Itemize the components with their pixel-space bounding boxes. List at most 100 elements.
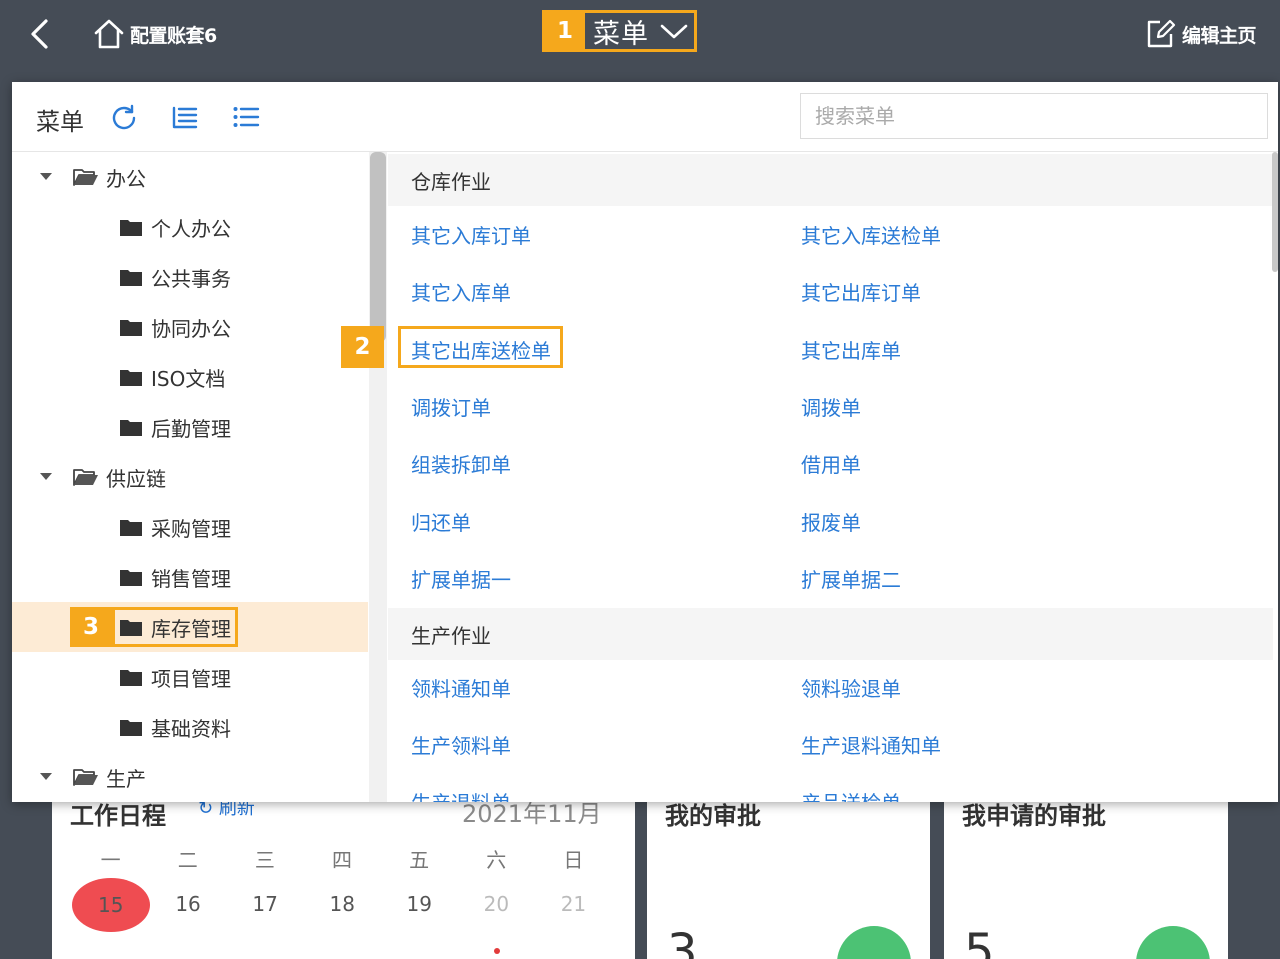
folder-icon	[120, 519, 142, 536]
folder-icon	[120, 269, 142, 286]
menu-link[interactable]: 报废单	[801, 507, 861, 536]
menu-link[interactable]: 调拨单	[801, 392, 861, 421]
menu-link[interactable]: 领料通知单	[411, 673, 511, 702]
tree-group-label: 生产	[106, 766, 146, 791]
tree-item-label: ISO文档	[151, 366, 226, 391]
weekday: 六	[486, 848, 507, 872]
tree-item[interactable]: 后勤管理	[12, 402, 368, 452]
tree-item-label: 销售管理	[151, 566, 231, 591]
menu-link[interactable]: 其它入库单	[411, 277, 511, 306]
section-header: 生产作业	[388, 608, 1273, 660]
content-scrollbar-thumb[interactable]	[1272, 152, 1278, 272]
tree-item-label: 协同办公	[151, 316, 231, 341]
tree-group-production[interactable]: 生产	[12, 752, 368, 802]
weekday: 五	[409, 848, 430, 872]
tree-item-selected[interactable]: 3 库存管理	[12, 602, 368, 652]
home-icon	[94, 19, 124, 49]
menu-link[interactable]: 其它入库订单	[411, 220, 531, 249]
folder-icon	[120, 719, 142, 736]
folder-icon	[120, 219, 142, 236]
day-row: 15 16 17 18 19 20 21	[72, 878, 612, 932]
approval-icon[interactable]	[837, 926, 911, 959]
menu-link[interactable]: 产品送检单	[801, 787, 901, 802]
home-button[interactable]: 配置账套6	[92, 16, 217, 52]
search-input[interactable]	[800, 93, 1268, 139]
folder-icon	[120, 669, 142, 686]
tree-item-label: 项目管理	[151, 666, 231, 691]
weekday: 一	[100, 848, 121, 872]
tree-item[interactable]: 公共事务	[12, 252, 368, 302]
refresh-icon[interactable]	[110, 103, 138, 131]
tree-item[interactable]: 采购管理	[12, 502, 368, 552]
weekday-row: 一 二 三 四 五 六 日	[72, 844, 612, 873]
day-cell[interactable]: 17	[227, 892, 304, 932]
menu-link-highlighted[interactable]: 其它出库送检单	[411, 335, 551, 364]
content-scrollbar[interactable]	[1272, 152, 1278, 802]
tree-group-office[interactable]: 办公	[12, 152, 368, 202]
menu-link[interactable]: 组装拆卸单	[411, 449, 511, 478]
schedule-card: 工作日程 ↻ 刷新 2021年11月 一 二 三 四 五 六 日 15 16 1…	[52, 780, 635, 959]
menu-link[interactable]: 生产退料单	[411, 787, 511, 802]
my-request-count: 5	[964, 924, 995, 959]
menu-link[interactable]: 其它入库送检单	[801, 220, 941, 249]
day-cell[interactable]: 15	[72, 878, 150, 932]
day-cell[interactable]: 19	[381, 892, 458, 932]
day-cell[interactable]: 18	[304, 892, 381, 932]
menu-dropdown[interactable]: 1 菜单	[542, 10, 697, 52]
popup-header: 菜单	[12, 82, 1278, 152]
today-marker[interactable]: 15	[72, 878, 150, 932]
caret-down-icon[interactable]	[40, 173, 52, 181]
tree-item[interactable]: 个人办公	[12, 202, 368, 252]
folder-open-icon	[73, 769, 98, 786]
tree-group-supply-chain[interactable]: 供应链	[12, 452, 368, 502]
edit-home-button[interactable]: 编辑主页	[1144, 18, 1257, 50]
folder-icon	[120, 569, 142, 586]
tree-scrollbar-thumb[interactable]	[370, 152, 386, 342]
request-icon[interactable]	[1136, 926, 1210, 959]
tree-item-label: 后勤管理	[151, 416, 231, 441]
folder-icon	[120, 619, 142, 636]
tree-item[interactable]: ISO文档	[12, 352, 368, 402]
menu-link[interactable]: 调拨订单	[411, 392, 491, 421]
menu-link[interactable]: 领料验退单	[801, 673, 901, 702]
caret-down-icon[interactable]	[40, 473, 52, 481]
step-badge-1: 1	[545, 13, 585, 49]
menu-link[interactable]: 其它出库单	[801, 335, 901, 364]
my-approval-count: 3	[667, 924, 698, 959]
day-cell[interactable]: 16	[150, 892, 227, 932]
day-cell[interactable]: 21	[535, 892, 612, 932]
chevron-down-icon	[660, 24, 688, 39]
folder-icon	[120, 419, 142, 436]
menu-link[interactable]: 扩展单据一	[411, 564, 511, 593]
menu-link[interactable]: 生产领料单	[411, 730, 511, 759]
menu-link[interactable]: 其它出库订单	[801, 277, 921, 306]
tree-item[interactable]: 销售管理	[12, 552, 368, 602]
weekday: 四	[331, 848, 352, 872]
tree-item[interactable]: 基础资料	[12, 702, 368, 752]
menu-link[interactable]: 生产退料通知单	[801, 730, 941, 759]
my-request-card: 我申请的审批 5	[944, 780, 1228, 959]
section-header: 仓库作业	[388, 154, 1273, 206]
menu-link[interactable]: 借用单	[801, 449, 861, 478]
tree-item[interactable]: 项目管理	[12, 652, 368, 702]
menu-link[interactable]: 扩展单据二	[801, 564, 901, 593]
tree-scrollbar[interactable]	[369, 152, 387, 802]
chevron-left-icon	[31, 19, 48, 49]
back-button[interactable]	[22, 14, 58, 54]
tree-item-label: 采购管理	[151, 516, 231, 541]
menu-link[interactable]: 归还单	[411, 507, 471, 536]
caret-down-icon[interactable]	[40, 773, 52, 781]
folder-open-icon	[73, 169, 98, 186]
tree-item[interactable]: 协同办公	[12, 302, 368, 352]
folder-icon	[120, 369, 142, 386]
step-badge-2: 2	[341, 326, 384, 368]
day-cell[interactable]: 20	[458, 892, 535, 932]
weekday: 二	[177, 848, 198, 872]
tree-group-label: 供应链	[106, 466, 166, 491]
tree-expand-icon[interactable]	[171, 103, 199, 131]
tree-item-label: 基础资料	[151, 716, 231, 741]
menu-tree: 办公 个人办公 公共事务 协同办公 ISO文档 后勤管理 供应链 采购管理 销售…	[12, 152, 368, 802]
edit-home-label: 编辑主页	[1182, 24, 1257, 47]
list-icon[interactable]	[232, 103, 260, 131]
tree-item-label: 个人办公	[151, 216, 231, 241]
